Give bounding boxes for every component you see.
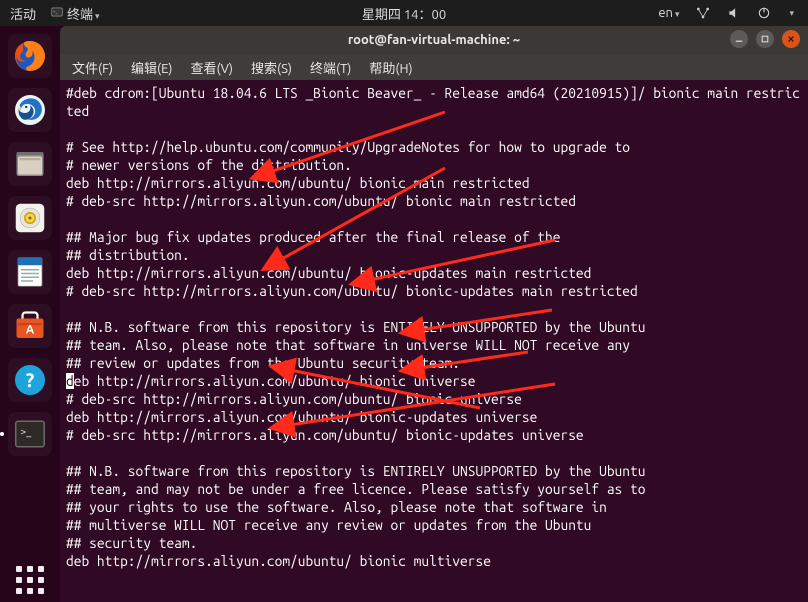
dock: A ? >_ (0, 26, 60, 602)
dock-rhythmbox[interactable] (8, 196, 52, 240)
window-maximize-button[interactable] (756, 30, 774, 48)
svg-text:>_: >_ (20, 425, 32, 437)
dock-writer[interactable] (8, 250, 52, 294)
menu-edit[interactable]: 编辑(E) (131, 58, 172, 77)
terminal-window: root@fan-virtual-machine: ~ 文件(F) 编辑(E) … (60, 26, 808, 602)
svg-text:A: A (26, 324, 35, 337)
dock-terminal[interactable]: >_ (8, 412, 52, 456)
menu-search[interactable]: 搜索(S) (251, 58, 292, 77)
window-close-button[interactable] (782, 30, 800, 48)
dock-thunderbird[interactable] (8, 88, 52, 132)
menubar: 文件(F) 编辑(E) 查看(V) 搜索(S) 终端(T) 帮助(H) (60, 54, 808, 80)
power-icon[interactable] (757, 6, 771, 20)
svg-text:?: ? (26, 369, 35, 391)
svg-text:>_: >_ (53, 9, 59, 14)
network-icon[interactable] (695, 6, 711, 20)
dock-files[interactable] (8, 142, 52, 186)
menu-file[interactable]: 文件(F) (72, 58, 113, 77)
cursor-highlight: d (66, 373, 74, 389)
dock-software[interactable]: A (8, 304, 52, 348)
language-indicator[interactable]: en▾ (658, 6, 679, 20)
terminal-content[interactable]: #deb cdrom:[Ubuntu 18.04.6 LTS _Bionic B… (60, 80, 808, 602)
dock-show-apps[interactable] (8, 558, 52, 602)
window-title: root@fan-virtual-machine: ~ (348, 33, 520, 47)
clock[interactable]: 星期四 14：00 (362, 4, 446, 23)
window-minimize-button[interactable] (730, 30, 748, 48)
menu-view[interactable]: 查看(V) (191, 58, 233, 77)
app-menu[interactable]: >_ 终端▾ (50, 4, 100, 23)
dock-help[interactable]: ? (8, 358, 52, 402)
dock-firefox[interactable] (8, 34, 52, 78)
menu-help[interactable]: 帮助(H) (369, 58, 412, 77)
activities-button[interactable]: 活动 (10, 4, 36, 23)
window-titlebar[interactable]: root@fan-virtual-machine: ~ (60, 26, 808, 54)
sound-icon[interactable] (727, 6, 741, 20)
top-panel: 活动 >_ 终端▾ 星期四 14：00 en▾ ▾ (0, 0, 808, 26)
menu-terminal[interactable]: 终端(T) (310, 58, 351, 77)
system-menu-arrow[interactable]: ▾ (789, 8, 794, 19)
